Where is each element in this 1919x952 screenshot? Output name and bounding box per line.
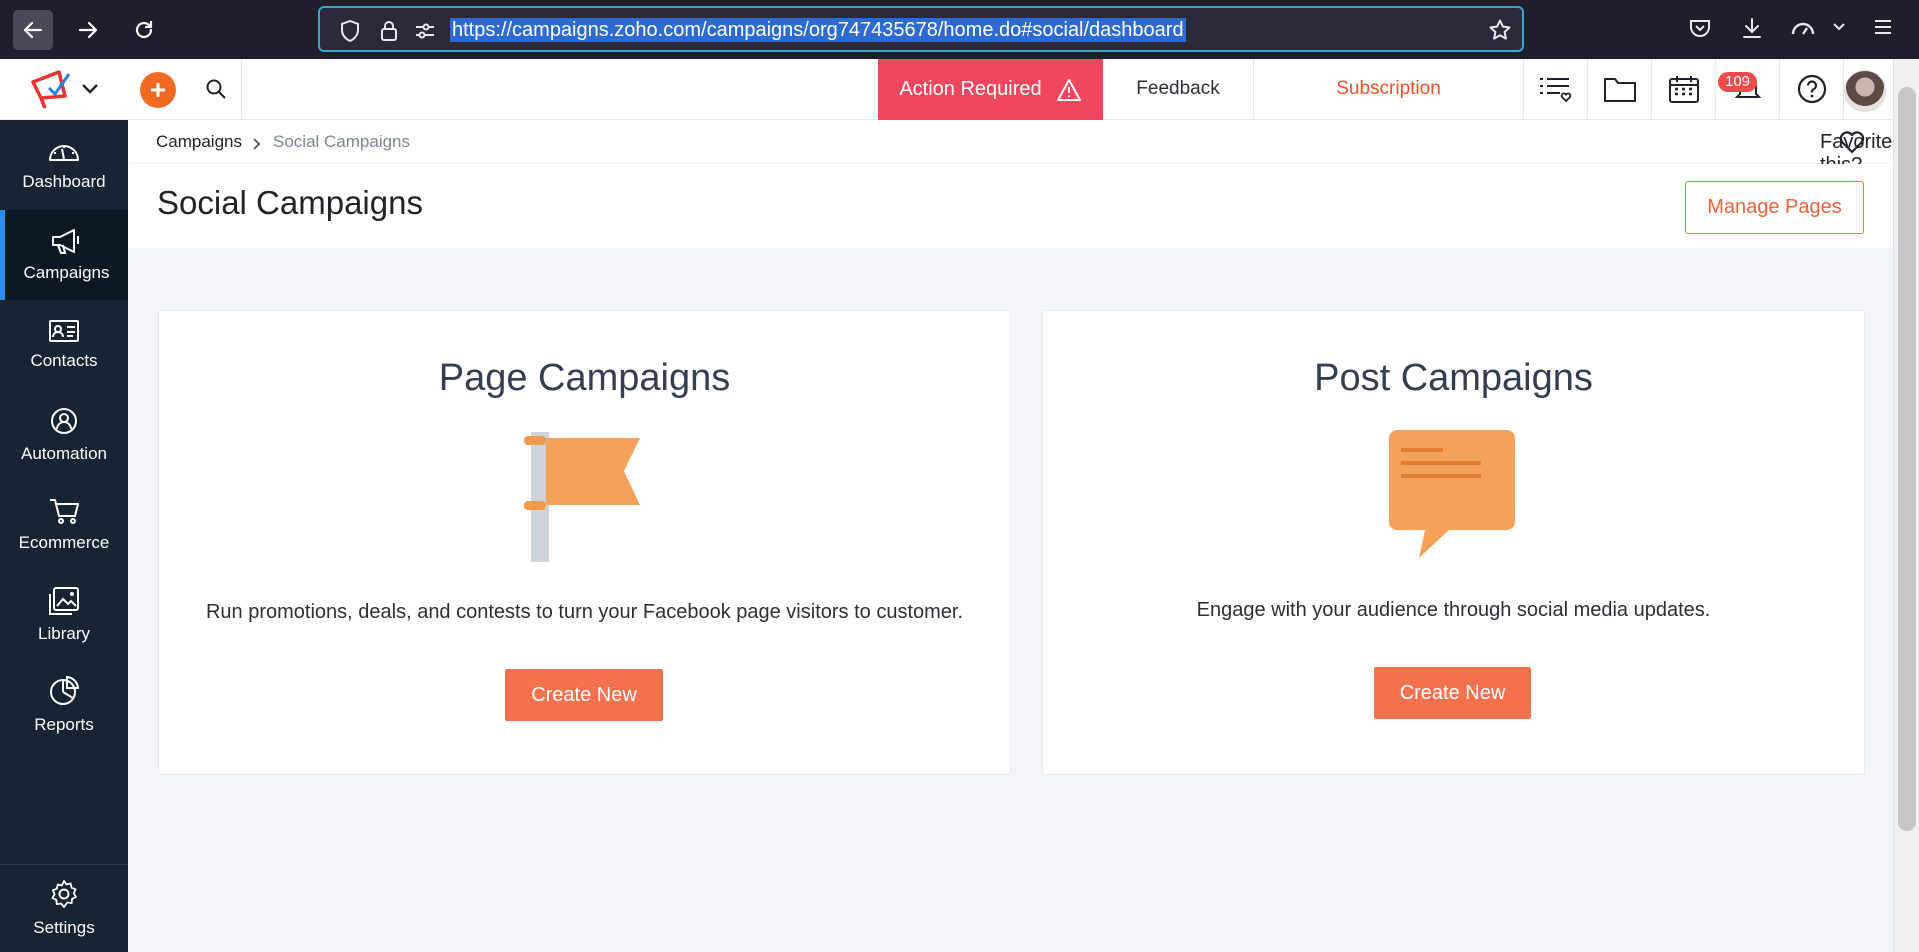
cart-icon	[50, 499, 79, 524]
download-icon[interactable]	[1740, 16, 1764, 40]
feedback-link[interactable]: Feedback	[1103, 59, 1254, 119]
gear-icon	[51, 880, 77, 908]
url-text[interactable]: https://campaigns.zoho.com/campaigns/org…	[450, 18, 1186, 42]
page-campaigns-card: Page Campaigns Run promotions, deals, an…	[158, 310, 1011, 775]
heart-icon[interactable]	[1838, 129, 1866, 155]
chevron-down-icon	[82, 84, 98, 94]
sidebar-item-ecommerce[interactable]: Ecommerce	[0, 480, 128, 570]
create-post-campaign-button[interactable]: Create New	[1374, 667, 1531, 719]
megaphone-icon	[51, 229, 79, 254]
app-topbar: Action Required Feedback Subscription	[0, 59, 1893, 120]
sidebar-item-label: Campaigns	[23, 263, 110, 282]
page-header: Social Campaigns Manage Pages	[128, 164, 1893, 248]
sidebar-item-label: Dashboard	[22, 172, 106, 191]
speedometer-icon[interactable]	[1790, 16, 1816, 40]
sidebar-item-contacts[interactable]: Contacts	[0, 300, 128, 390]
reload-icon	[135, 20, 153, 39]
sidebar-item-label: Ecommerce	[18, 533, 110, 552]
page-scrollbar[interactable]	[1893, 59, 1919, 952]
action-required-button[interactable]: Action Required	[878, 59, 1103, 120]
sidebar-item-dashboard[interactable]: Dashboard	[0, 120, 128, 210]
app-switcher[interactable]	[0, 59, 128, 119]
card-title: Post Campaigns	[1314, 357, 1593, 399]
sidebar: Dashboard Campaigns Contacts Automation …	[0, 120, 128, 952]
sidebar-item-settings[interactable]: Settings	[0, 864, 128, 952]
sidebar-item-label: Contacts	[30, 351, 98, 370]
page-title: Social Campaigns	[157, 184, 423, 221]
user-avatar[interactable]	[1844, 70, 1886, 112]
forward-button[interactable]	[68, 10, 108, 50]
chat-bubble-icon	[1389, 430, 1515, 558]
url-bar[interactable]: https://campaigns.zoho.com/campaigns/org…	[318, 6, 1524, 52]
sidebar-item-label: Reports	[34, 715, 94, 734]
sidebar-item-automation[interactable]: Automation	[0, 390, 128, 480]
back-button[interactable]	[13, 10, 53, 50]
calendar-button[interactable]	[1652, 59, 1716, 119]
quick-add-button[interactable]	[140, 72, 176, 108]
scrollbar-thumb[interactable]	[1898, 87, 1916, 831]
plus-icon	[151, 83, 165, 97]
sidebar-item-label: Automation	[21, 444, 107, 463]
breadcrumb-current: Social Campaigns	[273, 132, 411, 151]
breadcrumb: Campaigns Social Campaigns Favorite this…	[128, 120, 1893, 176]
create-page-campaign-button[interactable]: Create New	[505, 669, 663, 721]
pocket-icon[interactable]	[1688, 16, 1712, 40]
breadcrumb-campaigns-link[interactable]: Campaigns	[156, 132, 242, 152]
sidebar-item-library[interactable]: Library	[0, 570, 128, 660]
arrow-left-icon	[23, 21, 43, 39]
chevron-down-icon[interactable]	[1832, 22, 1846, 32]
sidebar-item-campaigns[interactable]: Campaigns	[0, 210, 128, 300]
chevron-right-icon	[253, 138, 261, 150]
manage-pages-button[interactable]: Manage Pages	[1685, 181, 1864, 234]
dashboard-icon	[49, 145, 79, 161]
sidebar-item-label: Settings	[33, 918, 95, 937]
action-required-label: Action Required	[899, 78, 1042, 100]
warning-icon	[1056, 78, 1081, 101]
automation-icon	[51, 408, 77, 434]
browser-toolbar: https://campaigns.zoho.com/campaigns/org…	[0, 0, 1919, 59]
sidebar-item-label: Library	[38, 624, 90, 643]
files-button[interactable]	[1588, 59, 1652, 119]
permissions-icon[interactable]	[414, 20, 436, 42]
shield-icon[interactable]	[340, 20, 360, 42]
pie-chart-icon	[50, 675, 80, 705]
lock-icon[interactable]	[380, 20, 398, 42]
card-title: Page Campaigns	[438, 357, 731, 399]
help-button[interactable]	[1780, 59, 1844, 119]
arrow-right-icon	[78, 21, 98, 39]
zoho-campaigns-logo-icon	[31, 70, 71, 109]
post-campaigns-card: Post Campaigns Engage with your audience…	[1042, 310, 1865, 775]
menu-icon[interactable]	[1872, 16, 1894, 38]
notification-count-badge: 109	[1718, 72, 1758, 92]
calendar-icon	[1668, 76, 1699, 103]
sidebar-item-reports[interactable]: Reports	[0, 660, 128, 750]
flag-icon	[524, 432, 640, 562]
subscription-link[interactable]: Subscription	[1254, 59, 1524, 119]
folder-icon	[1603, 78, 1636, 102]
help-icon	[1797, 74, 1826, 104]
card-description: Run promotions, deals, and contests to t…	[205, 601, 964, 623]
star-bookmark-icon[interactable]	[1488, 18, 1512, 42]
card-description: Engage with your audience through social…	[1196, 599, 1711, 621]
search-icon	[206, 79, 226, 99]
list-heart-icon	[1539, 78, 1571, 103]
signup-forms-button[interactable]	[1524, 59, 1588, 119]
reload-button[interactable]	[124, 10, 164, 50]
contacts-icon	[49, 320, 79, 342]
image-library-icon	[49, 587, 79, 615]
search-button[interactable]	[190, 59, 242, 119]
